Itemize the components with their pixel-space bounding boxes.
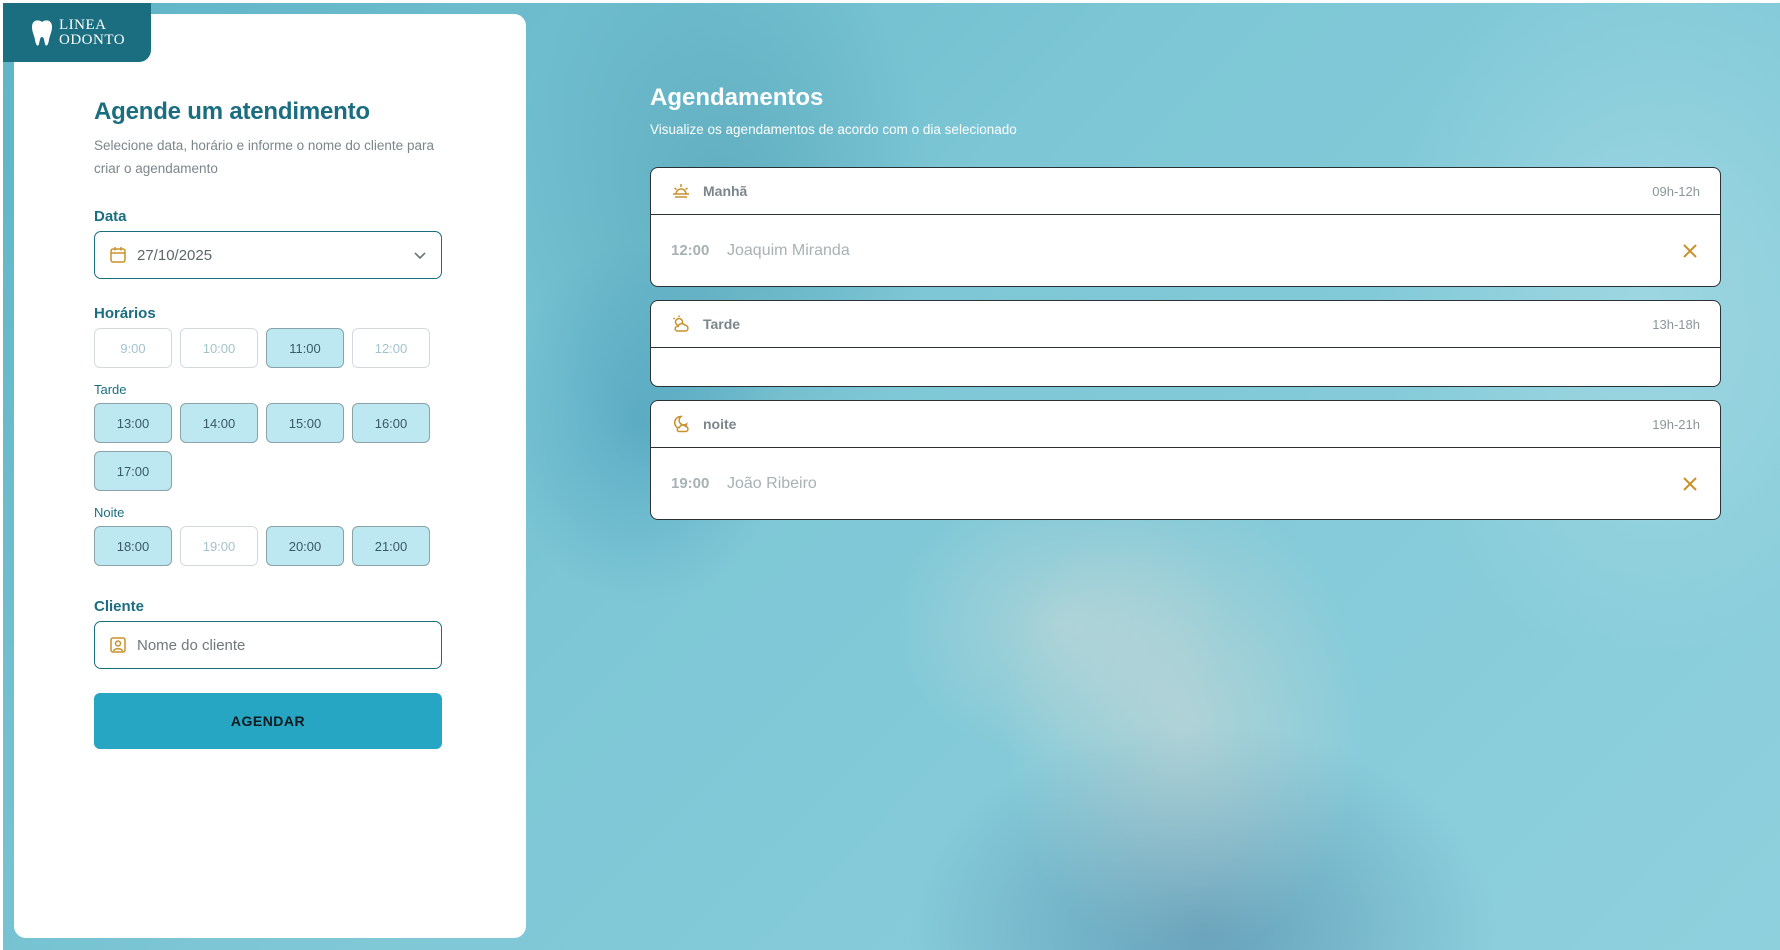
time-slot[interactable]: 14:00 — [180, 403, 258, 443]
form-title: Agende um atendimento — [94, 98, 370, 125]
cancel-appointment-icon[interactable] — [1680, 474, 1700, 494]
schedule-submit-button[interactable]: AGENDAR — [94, 693, 442, 749]
time-slot: 9:00 — [94, 328, 172, 368]
client-field[interactable] — [94, 621, 442, 669]
cloud-moon-icon — [673, 415, 689, 433]
period-appointments: 12:00 Joaquim Miranda — [651, 215, 1720, 286]
user-square-icon — [110, 637, 126, 653]
brand-logo: LINEA ODONTO — [3, 3, 151, 62]
appointments-subtitle: Visualize os agendamentos de acordo com … — [650, 122, 1017, 137]
date-label: Data — [94, 208, 127, 225]
morning-slots: 9:00 10:00 11:00 12:00 — [94, 328, 442, 368]
time-slot[interactable]: 16:00 — [352, 403, 430, 443]
time-slot[interactable]: 20:00 — [266, 526, 344, 566]
sunrise-icon — [673, 184, 689, 198]
time-slot[interactable]: 13:00 — [94, 403, 172, 443]
time-slot[interactable]: 15:00 — [266, 403, 344, 443]
time-slot[interactable]: 18:00 — [94, 526, 172, 566]
afternoon-label: Tarde — [94, 382, 127, 397]
booking-form-panel: Agende um atendimento Selecione data, ho… — [14, 14, 526, 938]
appointment-client: João Ribeiro — [727, 474, 817, 492]
period-name: Manhã — [703, 183, 748, 199]
period-appointments — [651, 348, 1720, 386]
afternoon-slots: 13:00 14:00 15:00 16:00 17:00 — [94, 403, 442, 491]
night-slots: 18:00 19:00 20:00 21:00 — [94, 526, 442, 566]
period-range: 19h-21h — [1652, 416, 1700, 432]
calendar-icon — [110, 247, 126, 263]
appointments-title: Agendamentos — [650, 84, 824, 111]
time-slot: 19:00 — [180, 526, 258, 566]
appointment-row: 12:00 Joaquim Miranda — [651, 215, 1720, 286]
period-list: Manhã 09h-12h 12:00 Joaquim Miranda Tard… — [650, 167, 1721, 520]
form-subtitle: Selecione data, horário e informe o nome… — [94, 138, 434, 176]
period-card: noite 19h-21h 19:00 João Ribeiro — [650, 400, 1721, 520]
chevron-down-icon[interactable] — [413, 248, 427, 262]
client-label: Cliente — [94, 598, 145, 615]
time-slot[interactable]: 17:00 — [94, 451, 172, 491]
period-card: Manhã 09h-12h 12:00 Joaquim Miranda — [650, 167, 1721, 287]
period-card: Tarde 13h-18h — [650, 300, 1721, 387]
client-name-input[interactable] — [137, 636, 427, 654]
appointments-section: Agendamentos Visualize os agendamentos d… — [650, 84, 1721, 520]
period-range: 13h-18h — [1652, 316, 1700, 332]
period-name: Tarde — [703, 316, 741, 332]
appointment-time: 19:00 — [671, 475, 710, 492]
cancel-appointment-icon[interactable] — [1680, 241, 1700, 261]
time-slot: 12:00 — [352, 328, 430, 368]
period-header: Tarde 13h-18h — [651, 301, 1720, 348]
night-label: Noite — [94, 505, 125, 520]
period-header: noite 19h-21h — [651, 401, 1720, 448]
brand-name: LINEA ODONTO — [59, 16, 126, 48]
time-slot: 10:00 — [180, 328, 258, 368]
cloud-sun-icon — [672, 315, 689, 332]
appointment-time: 12:00 — [671, 242, 710, 259]
times-label: Horários — [94, 305, 156, 322]
period-appointments: 19:00 João Ribeiro — [651, 448, 1720, 519]
date-picker[interactable]: 27/10/2025 — [94, 231, 442, 279]
time-slot[interactable]: 21:00 — [352, 526, 430, 566]
date-value: 27/10/2025 — [137, 246, 213, 264]
appointment-row: 19:00 João Ribeiro — [651, 448, 1720, 519]
time-slot[interactable]: 11:00 — [266, 328, 344, 368]
period-name: noite — [703, 416, 737, 432]
period-range: 09h-12h — [1652, 183, 1700, 199]
period-header: Manhã 09h-12h — [651, 168, 1720, 215]
appointment-client: Joaquim Miranda — [727, 241, 850, 259]
tooth-icon — [32, 19, 52, 46]
